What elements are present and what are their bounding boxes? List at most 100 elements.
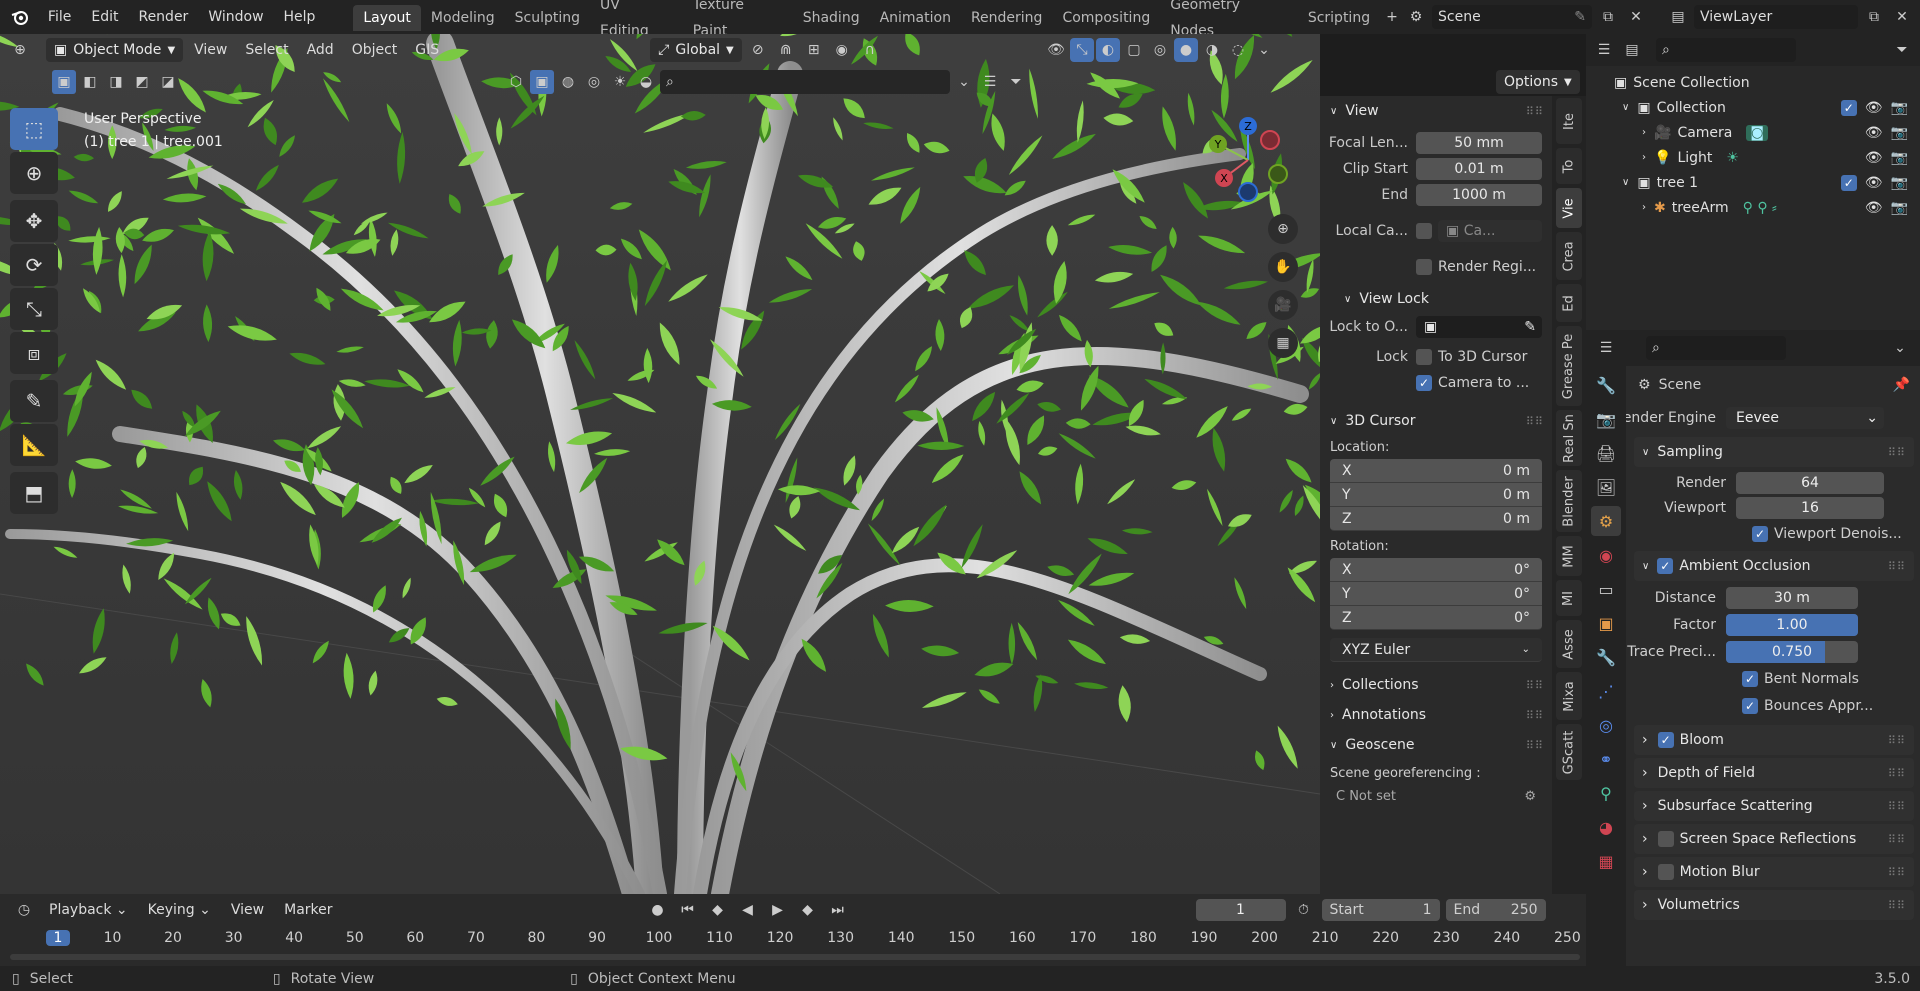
outliner-tree-collection[interactable]: ∨ ▣ tree 1 ✓ 👁 📷 xyxy=(1586,170,1920,195)
clock-icon[interactable]: ⏱ xyxy=(1292,898,1316,922)
viewport-search-input[interactable]: ⌕ xyxy=(660,70,950,94)
location-y-field[interactable]: Y 0 m xyxy=(1330,483,1542,507)
timeline-view-menu[interactable]: View xyxy=(224,902,271,918)
menu-file[interactable]: File xyxy=(38,0,81,34)
eye-icon[interactable]: 👁 xyxy=(1865,200,1883,216)
tab-scripting[interactable]: Scripting xyxy=(1298,5,1380,31)
gizmo-icon[interactable]: ⤡ xyxy=(1070,38,1094,62)
filter-mesh-icon[interactable]: ▣ xyxy=(530,70,554,94)
vp-menu-select[interactable]: Select xyxy=(238,42,295,58)
tool-tab-icon[interactable]: 🔧 xyxy=(1591,370,1621,400)
drag-grip-icon[interactable]: ⠿⠿ xyxy=(1888,560,1906,573)
material-shading-icon[interactable]: ◑ xyxy=(1200,38,1224,62)
measure-tool-icon[interactable]: 📐 xyxy=(10,424,58,466)
filter-light-icon[interactable]: ☀ xyxy=(608,70,632,94)
rotation-z-field[interactable]: Z 0° xyxy=(1330,606,1542,630)
vp-menu-gis[interactable]: GIS xyxy=(408,42,446,58)
start-frame-field[interactable]: Start 1 xyxy=(1321,899,1440,921)
section-bloom[interactable]: › ✓ Bloom ⠿⠿ xyxy=(1634,725,1914,755)
clip-end-field[interactable]: 1000 m xyxy=(1416,184,1542,206)
viewport-samples-field[interactable]: 16 xyxy=(1736,496,1884,519)
outliner-collection[interactable]: ∨ ▣ Collection ✓ 👁 📷 xyxy=(1586,95,1920,120)
drag-grip-icon[interactable]: ⠿⠿ xyxy=(1888,446,1906,459)
scene-tab-icon[interactable]: ⚙ xyxy=(1591,506,1621,536)
view-lock-header[interactable]: ∨ View Lock xyxy=(1320,284,1552,314)
rotation-x-field[interactable]: X 0° xyxy=(1330,558,1542,582)
drag-grip-icon[interactable]: ⠿⠿ xyxy=(1526,679,1544,692)
falloff-icon[interactable]: ∩ xyxy=(858,38,882,62)
rotation-mode-dropdown[interactable]: XYZ Euler ⌄ xyxy=(1330,638,1542,662)
editor-type-icon[interactable]: ⊕ xyxy=(8,38,32,62)
tab-modeling[interactable]: Modeling xyxy=(421,5,505,31)
next-keyframe-icon[interactable]: ◆ xyxy=(796,898,820,922)
overlay-icon[interactable]: ◐ xyxy=(1096,38,1120,62)
local-camera-checkbox[interactable] xyxy=(1416,223,1432,239)
select-intersect-icon[interactable]: ◪ xyxy=(156,70,180,94)
lock-object-field[interactable]: ▣ ✎ xyxy=(1416,316,1542,338)
snap-icon[interactable]: ⋒ xyxy=(774,38,798,62)
mode-dropdown[interactable]: ▣ Object Mode ▼ xyxy=(46,38,184,62)
material-tab-icon[interactable]: ◕ xyxy=(1591,812,1621,842)
eye-icon[interactable]: 👁 xyxy=(1865,125,1883,141)
jump-end-icon[interactable]: ⏭ xyxy=(826,898,850,922)
timeline-editor-icon[interactable]: ◷ xyxy=(12,898,36,922)
rotate-tool-icon[interactable]: ⟳ xyxy=(10,244,58,286)
transform-tool-icon[interactable]: ⧈ xyxy=(10,332,58,374)
proportional-edit-icon[interactable]: ◉ xyxy=(830,38,854,62)
filter-icon[interactable]: ⏷ xyxy=(1890,38,1914,62)
sidebar-tab-1[interactable]: To xyxy=(1556,148,1582,184)
pivot-icon[interactable]: ⊘ xyxy=(746,38,770,62)
output-tab-icon[interactable]: 🖨 xyxy=(1591,438,1621,468)
exclude-checkbox[interactable]: ✓ xyxy=(1840,99,1857,116)
tab-layout[interactable]: Layout xyxy=(353,5,421,31)
scene-field[interactable]: Scene ✎ xyxy=(1432,5,1592,29)
vp-menu-add[interactable]: Add xyxy=(300,42,341,58)
object-tab-icon[interactable]: ▣ xyxy=(1591,608,1621,638)
drag-grip-icon[interactable]: ⠿⠿ xyxy=(1888,899,1906,912)
display-mode-icon[interactable]: ▤ xyxy=(1620,38,1644,62)
outliner-scene-collection[interactable]: ▣ Scene Collection xyxy=(1586,70,1920,95)
section-depth-of-field[interactable]: › Depth of Field ⠿⠿ xyxy=(1634,758,1914,788)
timeline-scrollbar[interactable] xyxy=(10,954,1580,960)
drag-grip-icon[interactable]: ⠿⠿ xyxy=(1888,833,1906,846)
view-layer-tab-icon[interactable]: 🖼 xyxy=(1591,472,1621,502)
menu-help[interactable]: Help xyxy=(274,0,326,34)
view-layer-icon[interactable]: ▤ xyxy=(1666,5,1690,29)
render-tab-icon[interactable]: 📷 xyxy=(1591,404,1621,434)
location-x-field[interactable]: X 0 m xyxy=(1330,459,1542,483)
particles-tab-icon[interactable]: ⋰ xyxy=(1591,676,1621,706)
select-box-tool-icon[interactable]: ⬚ xyxy=(10,108,58,150)
camera-render-icon[interactable]: 📷 xyxy=(1891,150,1908,166)
drag-grip-icon[interactable]: ⠿⠿ xyxy=(1526,105,1544,118)
lock-camera-checkbox[interactable]: ✓ xyxy=(1416,375,1432,391)
bounces-approx-checkbox[interactable]: ✓ xyxy=(1742,697,1758,714)
eye-icon[interactable]: 👁 xyxy=(1865,150,1883,166)
world-tab-icon[interactable]: ◉ xyxy=(1591,540,1621,570)
navigation-gizmo[interactable]: Z Y X xyxy=(1200,112,1300,212)
new-scene-icon[interactable]: ⧉ xyxy=(1596,5,1620,29)
ao-distance-field[interactable]: 30 m xyxy=(1726,586,1858,609)
sidebar-tab-5[interactable]: Grease Pe xyxy=(1556,326,1582,406)
xray-icon[interactable]: ▢ xyxy=(1122,38,1146,62)
outliner-search-input[interactable]: ⌕ xyxy=(1656,38,1796,62)
viewport-denoise-checkbox[interactable]: ✓ xyxy=(1752,525,1768,542)
ortho-grid-icon[interactable]: ▦ xyxy=(1268,328,1298,358)
select-new-icon[interactable]: ▣ xyxy=(52,70,76,94)
menu-window[interactable]: Window xyxy=(198,0,273,34)
data-tab-icon[interactable]: ⚲ xyxy=(1591,778,1621,808)
options-dropdown[interactable]: Options ▼ xyxy=(1496,70,1580,94)
delete-scene-icon[interactable]: ✕ xyxy=(1624,5,1648,29)
sampling-header[interactable]: ∨ Sampling ⠿⠿ xyxy=(1634,437,1914,467)
camera-render-icon[interactable]: 📷 xyxy=(1891,175,1908,191)
physics-tab-icon[interactable]: ◎ xyxy=(1591,710,1621,740)
snap-target-icon[interactable]: ⊞ xyxy=(802,38,826,62)
lock-3d-cursor-checkbox[interactable] xyxy=(1416,349,1432,365)
collections-header[interactable]: › Collections ⠿⠿ xyxy=(1320,670,1552,700)
drag-grip-icon[interactable]: ⠿⠿ xyxy=(1526,415,1544,428)
outliner-light[interactable]: › 💡 Light ☀ 👁 📷 xyxy=(1586,145,1920,170)
blender-logo-icon[interactable] xyxy=(8,5,32,29)
add-cube-tool-icon[interactable]: ⬒ xyxy=(10,472,58,514)
select-extend-icon[interactable]: ◧ xyxy=(78,70,102,94)
sidebar-tab-6[interactable]: Real Sn xyxy=(1556,410,1582,466)
view-panel-header[interactable]: ∨ View ⠿⠿ xyxy=(1320,96,1552,126)
